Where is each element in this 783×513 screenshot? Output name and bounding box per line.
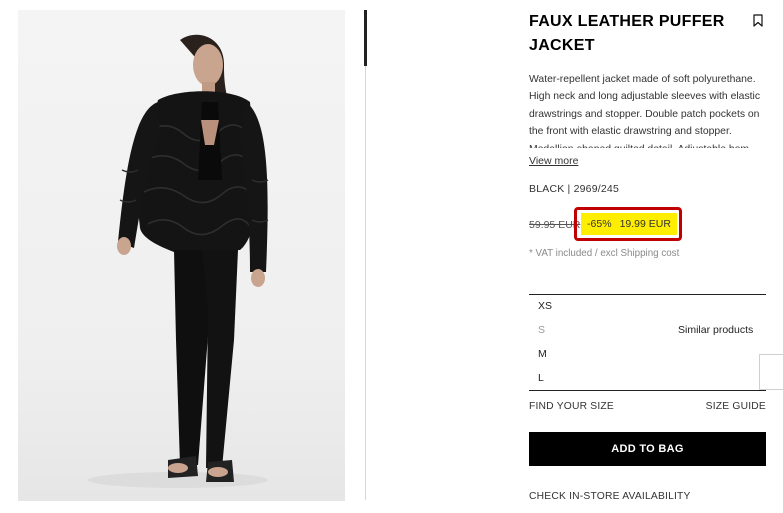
discount-percent: -65%: [587, 218, 612, 230]
color-reference: BLACK | 2969/245: [529, 183, 619, 195]
product-page: FAUX LEATHER PUFFER JACKET Water-repelle…: [0, 0, 783, 513]
check-store-availability-link[interactable]: CHECK IN-STORE AVAILABILITY: [529, 491, 691, 502]
gallery-scroll-thumb[interactable]: [364, 10, 367, 66]
side-panel-tab[interactable]: [759, 354, 783, 390]
sale-price: 19.99 EUR: [619, 218, 671, 230]
size-option-s[interactable]: S: [538, 324, 545, 336]
gallery-scroll-track[interactable]: [365, 10, 366, 500]
size-option-m[interactable]: M: [538, 348, 547, 360]
size-option-xs[interactable]: XS: [538, 300, 552, 312]
size-guide-link[interactable]: SIZE GUIDE: [706, 401, 766, 412]
size-option-l[interactable]: L: [538, 372, 544, 384]
vat-note: * VAT included / excl Shipping cost: [529, 248, 680, 259]
view-more-link[interactable]: View more: [529, 155, 578, 167]
model-illustration: [88, 34, 269, 488]
size-list-bottom-divider: [529, 390, 766, 391]
add-to-bag-button[interactable]: ADD TO BAG: [529, 432, 766, 466]
size-list-top-divider: [529, 294, 766, 295]
find-your-size-link[interactable]: FIND YOUR SIZE: [529, 401, 614, 412]
similar-products-link[interactable]: Similar products: [678, 324, 753, 336]
original-price: 59.95 EUR: [529, 219, 581, 231]
bookmark-icon[interactable]: [753, 14, 763, 27]
product-description: Water-repellent jacket made of soft poly…: [529, 74, 761, 148]
product-image[interactable]: [18, 10, 345, 501]
product-title: FAUX LEATHER PUFFER JACKET: [529, 13, 725, 54]
sale-price-badge: -65% 19.99 EUR: [581, 213, 677, 235]
